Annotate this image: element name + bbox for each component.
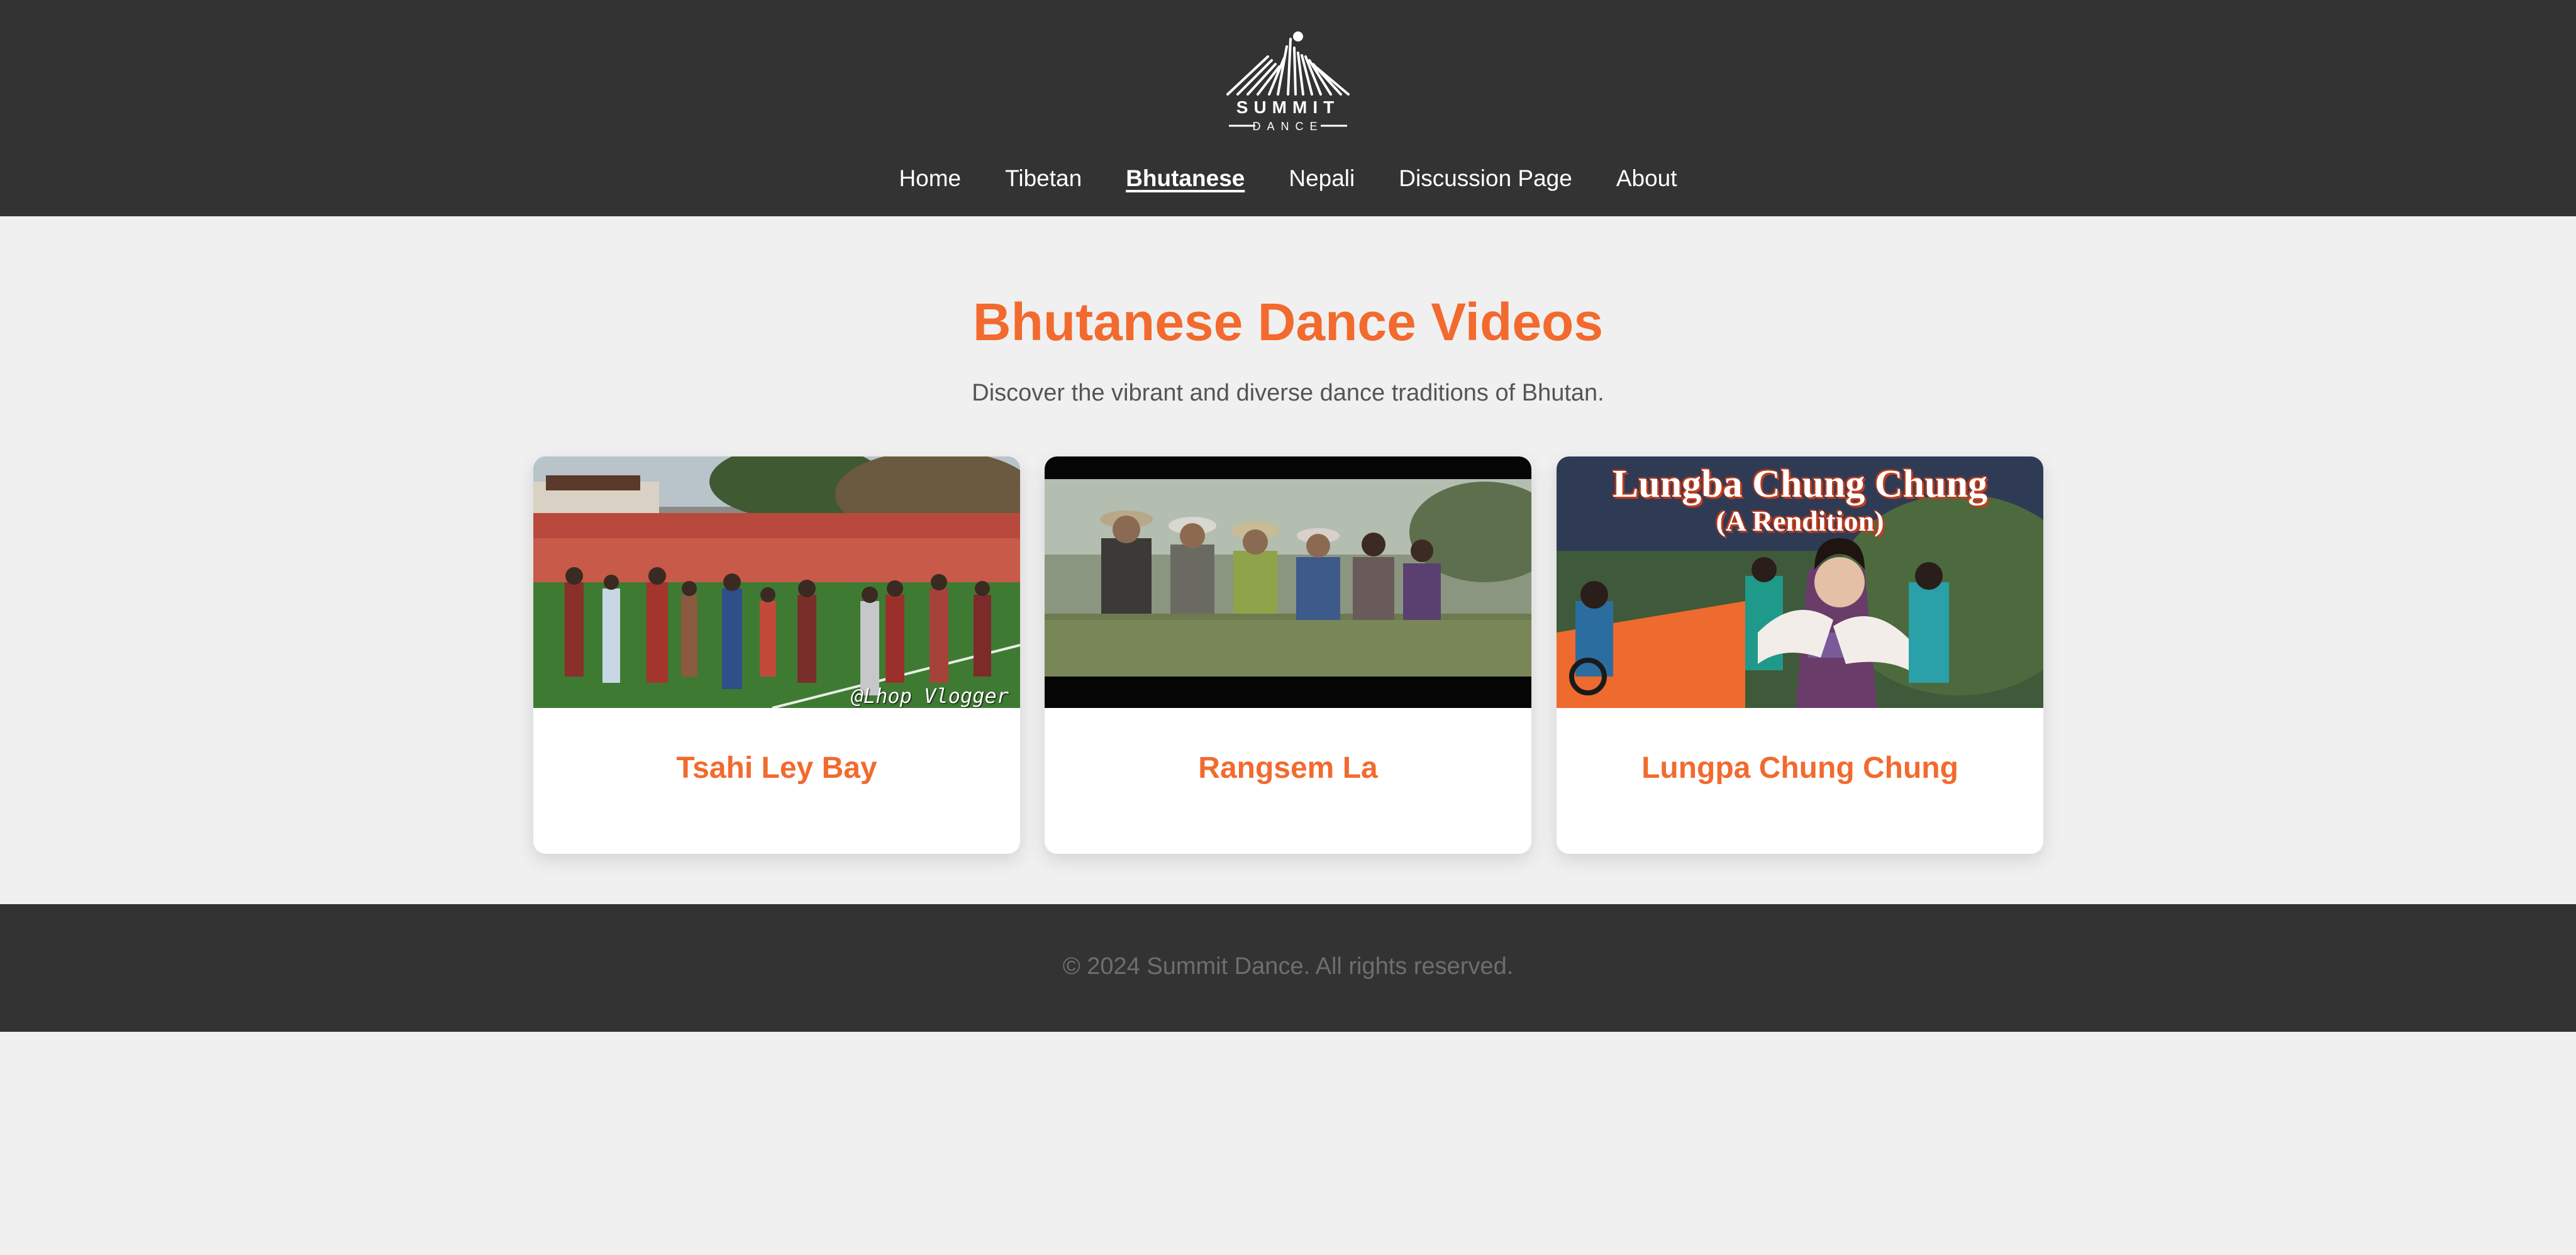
site-header: SUMMIT DANCE Home Tibetan Bhutanese Nepa… — [0, 0, 2576, 216]
video-title[interactable]: Rangsem La — [1045, 749, 1531, 787]
video-thumbnail[interactable]: @Lhop Vlogger — [533, 456, 1020, 708]
nav-about[interactable]: About — [1616, 162, 1677, 195]
main-nav: Home Tibetan Bhutanese Nepali Discussion… — [0, 162, 2576, 195]
logo-name: SUMMIT — [1236, 97, 1340, 117]
summit-dance-logo[interactable]: SUMMIT DANCE — [1225, 28, 1351, 135]
page: SUMMIT DANCE Home Tibetan Bhutanese Nepa… — [0, 0, 2576, 1255]
site-footer: © 2024 Summit Dance. All rights reserved… — [0, 904, 2576, 1032]
video-card-tsahi-ley-bay[interactable]: @Lhop Vlogger Tsahi Ley Bay — [533, 456, 1020, 854]
logo-tagline: DANCE — [1252, 120, 1323, 133]
nav-home[interactable]: Home — [899, 162, 961, 195]
video-card-lungpa-chung-chung[interactable]: Lungba Chung Chung (A Rendition) Lungpa … — [1557, 456, 2043, 854]
thumbnail-heading: Lungba Chung Chung — [1612, 463, 1988, 506]
mountain-logo-icon: SUMMIT DANCE — [1226, 31, 1350, 133]
video-card-rangsem-la[interactable]: Rangsem La — [1045, 456, 1531, 854]
dance-festival-image — [533, 456, 1020, 708]
page-title: Bhutanese Dance Videos — [972, 292, 1604, 351]
video-thumbnail[interactable]: Lungba Chung Chung (A Rendition) — [1557, 456, 2043, 708]
video-thumbnail[interactable] — [1045, 456, 1531, 708]
page-subtitle: Discover the vibrant and diverse dance t… — [972, 380, 1604, 406]
nav-discussion-page[interactable]: Discussion Page — [1399, 162, 1572, 195]
copyright-text: © 2024 Summit Dance. All rights reserved… — [1062, 953, 1514, 980]
thumbnail-watermark: @Lhop Vlogger — [851, 684, 1009, 708]
video-title[interactable]: Lungpa Chung Chung — [1557, 749, 2043, 787]
nav-bhutanese[interactable]: Bhutanese — [1126, 162, 1245, 195]
thumbnail-subheading: (A Rendition) — [1716, 505, 1884, 537]
nav-tibetan[interactable]: Tibetan — [1005, 162, 1082, 195]
video-title[interactable]: Tsahi Ley Bay — [533, 749, 1020, 787]
nav-nepali[interactable]: Nepali — [1289, 162, 1355, 195]
group-seated-image — [1045, 456, 1531, 708]
